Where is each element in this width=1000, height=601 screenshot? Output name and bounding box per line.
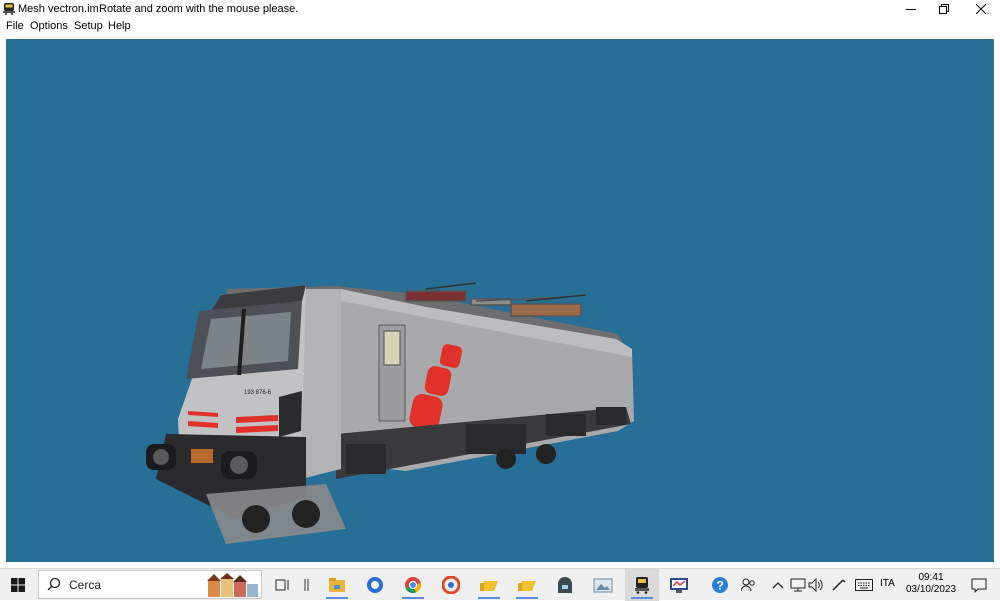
menu-bar: File Options Setup Help — [0, 18, 1000, 34]
window-hint-text: Rotate and zoom with the mouse please. — [99, 3, 299, 15]
task-view-icon — [275, 579, 289, 590]
close-button[interactable] — [964, 0, 998, 18]
locomotive-number-text: 193 876-6 — [244, 390, 272, 396]
minimize-icon — [906, 9, 916, 10]
browser-button[interactable] — [358, 569, 392, 600]
menu-options[interactable]: Options — [30, 20, 68, 32]
divider-icon — [304, 578, 309, 591]
title-bar: Mesh vectron.im Rotate and zoom with the… — [0, 0, 1000, 18]
photos-icon — [593, 578, 613, 592]
separator-button[interactable] — [290, 569, 324, 600]
menu-setup[interactable]: Setup — [74, 20, 103, 32]
windows-start-icon — [11, 578, 25, 592]
show-hidden-icons-button[interactable] — [768, 569, 788, 600]
network-tray-button[interactable] — [788, 569, 808, 600]
monitor-app-button[interactable] — [662, 569, 696, 600]
app-button[interactable] — [434, 569, 468, 600]
menu-help[interactable]: Help — [108, 20, 131, 32]
chrome-button[interactable] — [396, 569, 430, 600]
start-button[interactable] — [0, 569, 36, 601]
file-explorer-icon — [329, 577, 345, 592]
people-tray-button[interactable] — [738, 569, 760, 600]
help-icon: ? — [712, 576, 728, 593]
monitor-app-icon — [670, 577, 688, 593]
help-tray-button[interactable]: ? — [708, 569, 732, 600]
notification-icon — [971, 578, 987, 593]
app-icon — [442, 575, 460, 594]
folder-button[interactable] — [472, 569, 506, 600]
mesh-viewer-button[interactable] — [625, 569, 659, 600]
chrome-icon — [405, 576, 422, 593]
folder-button[interactable] — [510, 569, 544, 600]
running-indicator — [326, 597, 348, 599]
keyboard-tray-button[interactable] — [852, 569, 876, 600]
app-button[interactable] — [548, 569, 582, 600]
people-icon — [741, 578, 755, 591]
menu-file[interactable]: File — [6, 20, 24, 32]
search-placeholder: Cerca — [69, 578, 102, 592]
volume-icon — [808, 577, 823, 592]
app-icon — [558, 576, 572, 593]
3d-viewport[interactable]: 193 876-6 — [6, 39, 994, 562]
taskbar-search-box[interactable]: Cerca — [38, 570, 262, 599]
volume-tray-button[interactable] — [806, 569, 826, 600]
running-indicator — [478, 597, 500, 599]
window-title: Mesh vectron.im — [18, 3, 99, 15]
locomotive-model[interactable]: 193 876-6 — [6, 39, 994, 562]
clock-time: 09:41 — [918, 572, 944, 583]
photos-button[interactable] — [586, 569, 620, 600]
input-language-indicator[interactable]: ITA — [880, 578, 895, 589]
search-highlight-houses-icon — [207, 573, 258, 597]
clock-date: 03/10/2023 — [905, 584, 957, 595]
chevron-up-icon — [772, 581, 784, 588]
notification-center-button[interactable] — [964, 569, 994, 600]
file-explorer-button[interactable] — [320, 569, 354, 600]
locomotive-app-icon — [3, 3, 15, 15]
taskbar: Cerca ? ITA 09:41 03/10/2023 — [0, 568, 1000, 601]
keyboard-icon — [855, 578, 873, 591]
browser-icon — [367, 576, 383, 593]
pen-tray-button[interactable] — [828, 569, 850, 600]
pen-icon — [832, 578, 846, 591]
folder-icon — [518, 580, 536, 591]
minimize-button[interactable] — [894, 0, 928, 18]
network-icon — [790, 578, 806, 591]
clock[interactable]: 09:41 03/10/2023 — [900, 572, 962, 596]
running-indicator — [516, 597, 538, 599]
svg-text:?: ? — [717, 578, 724, 592]
mesh-viewer-icon — [635, 576, 649, 594]
close-icon — [976, 4, 986, 14]
running-indicator — [402, 597, 424, 599]
restore-button[interactable] — [927, 0, 961, 18]
running-indicator — [631, 597, 653, 599]
restore-icon — [939, 4, 949, 14]
search-icon — [47, 577, 61, 591]
folder-icon — [480, 580, 498, 591]
